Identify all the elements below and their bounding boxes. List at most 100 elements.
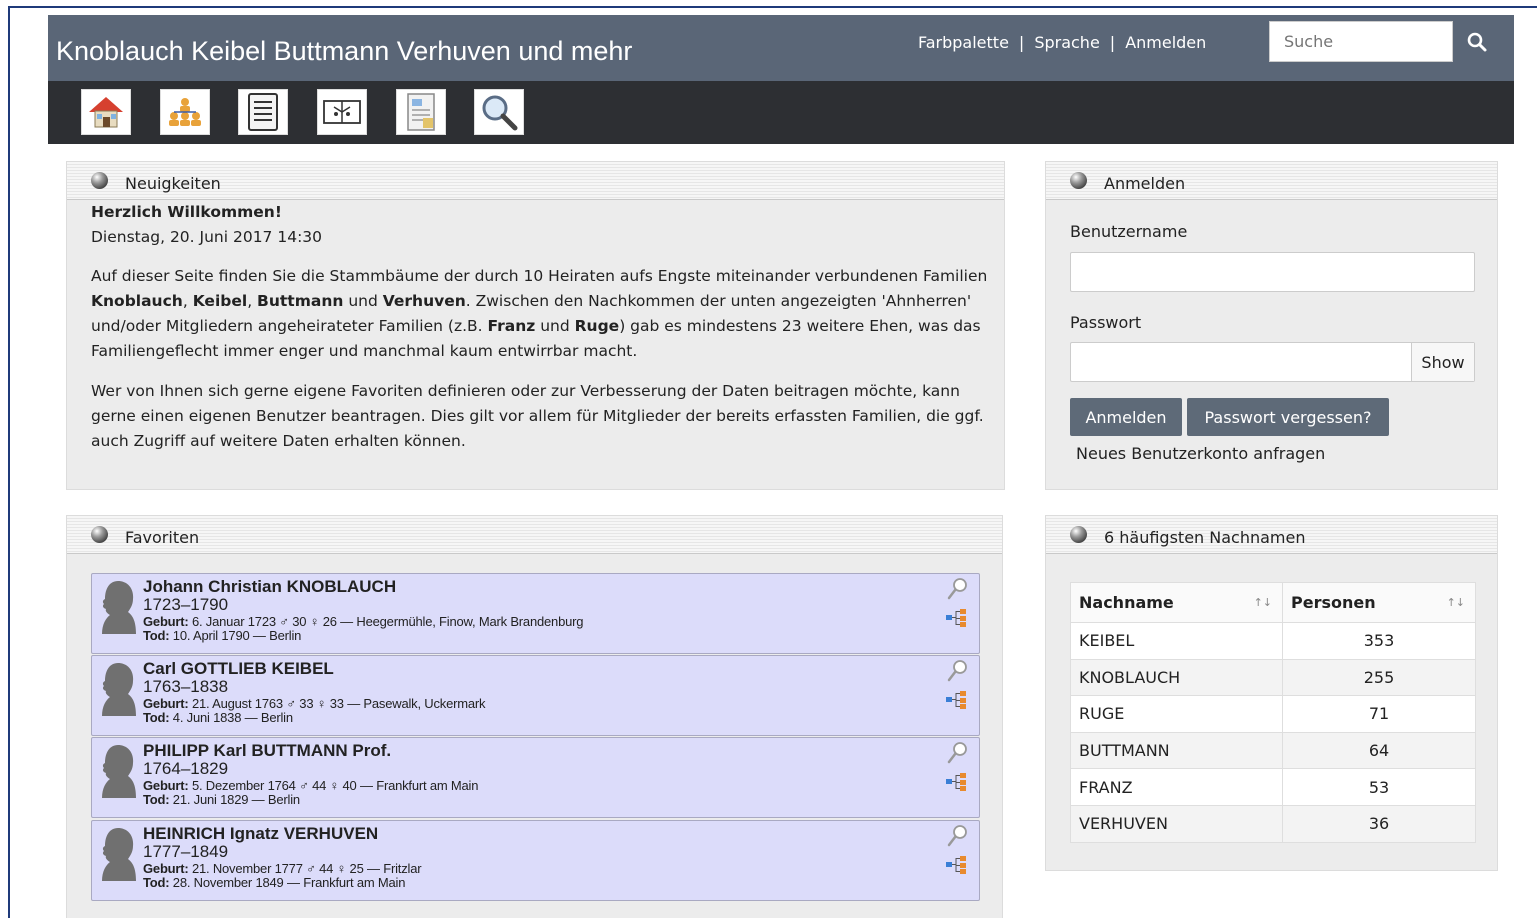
surnames-title: 6 häufigsten Nachnamen xyxy=(1104,528,1306,547)
search-icon[interactable] xyxy=(1466,31,1488,53)
login-title: Anmelden xyxy=(1104,174,1186,193)
news-title: Neuigkeiten xyxy=(125,174,221,193)
login-button[interactable]: Anmelden xyxy=(1070,398,1182,436)
login-panel: Anmelden Benutzername Passwort Show Anme… xyxy=(1045,161,1498,490)
favorite-card[interactable]: Carl GOTTLIEB KEIBEL 1763–1838 Geburt: 21.… xyxy=(91,655,980,736)
column-header-persons[interactable]: Personen ↑↓ xyxy=(1282,582,1476,623)
news-date: Dienstag, 20. Juni 2017 14:30 xyxy=(91,228,323,246)
news-body: Herzlich Willkommen! Dienstag, 20. Juni … xyxy=(91,200,991,469)
favorites-panel: Favoriten Johann Christian KNOBLAUCH 1723… xyxy=(66,515,1003,918)
magnifier-icon[interactable] xyxy=(474,89,524,135)
favorite-card[interactable]: PHILIPP Karl BUTTMANN Prof. 1764–1829 Gebu… xyxy=(91,737,980,818)
table-row: VERHUVEN 36 xyxy=(1070,804,1476,843)
favorite-years: 1777–1849 xyxy=(143,842,229,861)
surname-cell[interactable]: BUTTMANN xyxy=(1070,731,1283,770)
person-silhouette-icon xyxy=(98,742,138,800)
person-silhouette-icon xyxy=(98,578,138,636)
news-heading: Herzlich Willkommen! xyxy=(91,203,282,221)
surname-cell[interactable]: VERHUVEN xyxy=(1070,804,1283,843)
news-panel-header: Neuigkeiten xyxy=(67,162,1004,200)
document-icon[interactable] xyxy=(396,89,446,135)
login-link[interactable]: Anmelden xyxy=(1125,33,1206,52)
table-row: RUGE 71 xyxy=(1070,695,1476,733)
favorite-years: 1764–1829 xyxy=(143,759,229,778)
link-separator: | xyxy=(1109,33,1116,52)
sort-icon[interactable]: ↑↓ xyxy=(1447,596,1465,609)
persons-count-cell: 64 xyxy=(1282,731,1476,770)
zoom-icon[interactable] xyxy=(947,741,969,765)
favorite-death: Tod: 21. Juni 1829 — Berlin xyxy=(143,792,300,807)
color-palette-link[interactable]: Farbpalette xyxy=(918,33,1009,52)
book-icon[interactable] xyxy=(317,89,367,135)
news-paragraph-1: Auf dieser Seite finden Sie die Stammbäu… xyxy=(91,267,988,360)
surnames-table-body: KEIBEL 353 KNOBLAUCH 255 RUGE 71 BUTTMANN 64 FRA… xyxy=(1070,622,1476,843)
main-toolbar xyxy=(48,81,1514,144)
favorite-name[interactable]: HEINRICH Ignatz VERHUVEN xyxy=(143,824,378,844)
surname-cell[interactable]: RUGE xyxy=(1070,695,1283,733)
family-tree-icon[interactable] xyxy=(945,855,969,875)
new-account-link[interactable]: Neues Benutzerkonto anfragen xyxy=(1076,444,1325,463)
person-silhouette-icon xyxy=(98,825,138,883)
username-input[interactable] xyxy=(1070,252,1475,292)
site-header: Knoblauch Keibel Buttmann Verhuven und m… xyxy=(48,15,1514,81)
bullet-icon xyxy=(1070,172,1087,189)
column-header-surname[interactable]: Nachname ↑↓ xyxy=(1070,582,1283,623)
bullet-icon xyxy=(91,172,108,189)
top-links: Farbpalette | Sprache | Anmelden xyxy=(918,33,1206,52)
favorite-birth: Geburt: 5. Dezember 1764 ♂ 44 ♀ 40 — Fra… xyxy=(143,778,479,793)
family-tree-icon[interactable] xyxy=(945,690,969,710)
search-input[interactable] xyxy=(1269,21,1453,62)
link-separator: | xyxy=(1018,33,1025,52)
site-title[interactable]: Knoblauch Keibel Buttmann Verhuven und m… xyxy=(56,36,632,67)
home-icon[interactable] xyxy=(81,89,131,135)
persons-count-cell: 36 xyxy=(1282,804,1476,843)
bullet-icon xyxy=(1070,526,1087,543)
login-panel-header: Anmelden xyxy=(1046,162,1497,200)
table-row: FRANZ 53 xyxy=(1070,768,1476,806)
zoom-icon[interactable] xyxy=(947,577,969,601)
surname-cell[interactable]: KNOBLAUCH xyxy=(1070,658,1283,697)
table-row: BUTTMANN 64 xyxy=(1070,731,1476,770)
news-panel: Neuigkeiten Herzlich Willkommen! Diensta… xyxy=(66,161,1005,490)
show-password-button[interactable]: Show xyxy=(1411,343,1474,381)
favorite-birth: Geburt: 21. August 1763 ♂ 33 ♀ 33 — Pase… xyxy=(143,696,486,711)
family-tree-icon[interactable] xyxy=(945,608,969,628)
username-label: Benutzername xyxy=(1070,222,1188,241)
favorite-birth: Geburt: 6. Januar 1723 ♂ 30 ♀ 26 — Heege… xyxy=(143,614,584,629)
sort-icon[interactable]: ↑↓ xyxy=(1254,596,1272,609)
list-icon[interactable] xyxy=(238,89,288,135)
surname-cell[interactable]: FRANZ xyxy=(1070,768,1283,806)
persons-count-cell: 353 xyxy=(1282,622,1476,660)
favorite-name[interactable]: Carl GOTTLIEB KEIBEL xyxy=(143,659,334,679)
family-tree-icon[interactable] xyxy=(945,772,969,792)
surnames-panel: 6 häufigsten Nachnamen Nachname ↑↓ Person… xyxy=(1045,515,1498,871)
favorite-years: 1763–1838 xyxy=(143,677,229,696)
favorite-death: Tod: 4. Juni 1838 — Berlin xyxy=(143,710,293,725)
favorites-title: Favoriten xyxy=(125,528,200,547)
persons-count-cell: 53 xyxy=(1282,768,1476,806)
favorite-birth: Geburt: 21. November 1777 ♂ 44 ♀ 25 — Fr… xyxy=(143,861,422,876)
bullet-icon xyxy=(91,526,108,543)
surname-cell[interactable]: KEIBEL xyxy=(1070,622,1283,660)
family-tree-icon[interactable] xyxy=(160,89,210,135)
zoom-icon[interactable] xyxy=(947,659,969,683)
zoom-icon[interactable] xyxy=(947,824,969,848)
favorite-death: Tod: 28. November 1849 — Frankfurt am Ma… xyxy=(143,875,406,890)
favorite-name[interactable]: PHILIPP Karl BUTTMANN Prof. xyxy=(143,741,391,761)
forgot-password-button[interactable]: Passwort vergessen? xyxy=(1187,398,1389,436)
favorite-years: 1723–1790 xyxy=(143,595,229,614)
password-input[interactable]: Show xyxy=(1070,342,1475,382)
favorite-card[interactable]: HEINRICH Ignatz VERHUVEN 1777–1849 Geburt:… xyxy=(91,820,980,901)
surnames-panel-header: 6 häufigsten Nachnamen xyxy=(1046,516,1497,554)
favorite-name[interactable]: Johann Christian KNOBLAUCH xyxy=(143,577,396,597)
persons-count-cell: 71 xyxy=(1282,695,1476,733)
persons-count-cell: 255 xyxy=(1282,658,1476,697)
favorite-death: Tod: 10. April 1790 — Berlin xyxy=(143,628,302,643)
news-paragraph-2: Wer von Ihnen sich gerne eigene Favorite… xyxy=(91,382,984,450)
surnames-table: Nachname ↑↓ Personen ↑↓ KEIBEL 353 KNOBLAUCH… xyxy=(1070,582,1476,843)
table-row: KNOBLAUCH 255 xyxy=(1070,658,1476,697)
favorite-card[interactable]: Johann Christian KNOBLAUCH 1723–1790 Gebur… xyxy=(91,573,980,654)
password-label: Passwort xyxy=(1070,313,1142,332)
table-row: KEIBEL 353 xyxy=(1070,622,1476,660)
language-link[interactable]: Sprache xyxy=(1034,33,1099,52)
